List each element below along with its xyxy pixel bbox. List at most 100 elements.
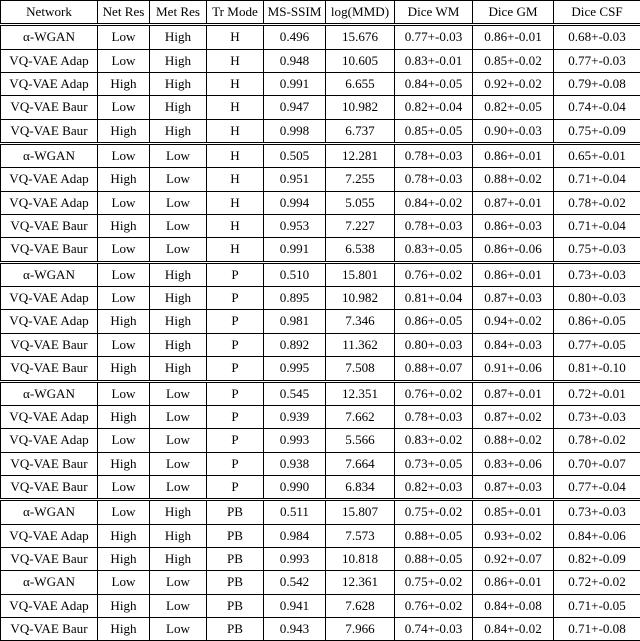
cell-net-res: Low bbox=[98, 238, 150, 262]
cell-dice-csf: 0.70+-0.07 bbox=[554, 452, 640, 475]
cell-dice-csf: 0.73+-0.03 bbox=[554, 500, 640, 524]
cell-met-res: Low bbox=[150, 571, 207, 594]
cell-dice-gm: 0.82+-0.05 bbox=[473, 96, 554, 119]
cell-net-res: High bbox=[98, 73, 150, 96]
cell-ms-ssim: 0.998 bbox=[264, 119, 326, 143]
cell-ms-ssim: 0.943 bbox=[264, 617, 326, 640]
cell-dice-csf: 0.65+-0.01 bbox=[554, 144, 640, 168]
cell-dice-wm: 0.82+-0.03 bbox=[395, 475, 473, 499]
table-header: Network Net Res Met Res Tr Mode MS-SSIM … bbox=[1, 1, 640, 25]
cell-dice-wm: 0.82+-0.04 bbox=[395, 96, 473, 119]
cell-log-mmd: 7.662 bbox=[326, 405, 395, 428]
cell-dice-gm: 0.86+-0.01 bbox=[473, 571, 554, 594]
cell-dice-gm: 0.85+-0.01 bbox=[473, 500, 554, 524]
table-row: α-WGANLowHighH0.49615.6760.77+-0.030.86+… bbox=[1, 25, 640, 49]
cell-ms-ssim: 0.948 bbox=[264, 49, 326, 72]
column-header-network: Network bbox=[1, 1, 98, 25]
cell-tr-mode: H bbox=[207, 238, 264, 262]
cell-tr-mode: PB bbox=[207, 500, 264, 524]
header-row: Network Net Res Met Res Tr Mode MS-SSIM … bbox=[1, 1, 640, 25]
cell-dice-csf: 0.80+-0.03 bbox=[554, 287, 640, 310]
cell-dice-gm: 0.86+-0.01 bbox=[473, 144, 554, 168]
cell-network: α-WGAN bbox=[1, 262, 98, 286]
cell-ms-ssim: 0.951 bbox=[264, 168, 326, 191]
cell-ms-ssim: 0.953 bbox=[264, 215, 326, 238]
cell-net-res: Low bbox=[98, 429, 150, 452]
cell-met-res: High bbox=[150, 500, 207, 524]
cell-network: VQ-VAE Adap bbox=[1, 594, 98, 617]
cell-ms-ssim: 0.939 bbox=[264, 405, 326, 428]
cell-dice-gm: 0.86+-0.01 bbox=[473, 25, 554, 49]
cell-log-mmd: 7.508 bbox=[326, 357, 395, 381]
cell-dice-wm: 0.84+-0.02 bbox=[395, 191, 473, 214]
cell-log-mmd: 15.801 bbox=[326, 262, 395, 286]
cell-network: VQ-VAE Adap bbox=[1, 405, 98, 428]
cell-dice-gm: 0.94+-0.02 bbox=[473, 310, 554, 333]
cell-met-res: High bbox=[150, 310, 207, 333]
table-row: α-WGANLowLowH0.50512.2810.78+-0.030.86+-… bbox=[1, 144, 640, 168]
cell-network: VQ-VAE Baur bbox=[1, 617, 98, 640]
cell-network: α-WGAN bbox=[1, 571, 98, 594]
cell-dice-csf: 0.82+-0.09 bbox=[554, 547, 640, 570]
cell-log-mmd: 7.255 bbox=[326, 168, 395, 191]
table-row: VQ-VAE BaurLowHighH0.94710.9820.82+-0.04… bbox=[1, 96, 640, 119]
table-row: α-WGANLowHighPB0.51115.8070.75+-0.020.85… bbox=[1, 500, 640, 524]
cell-net-res: Low bbox=[98, 333, 150, 356]
cell-tr-mode: P bbox=[207, 262, 264, 286]
cell-dice-csf: 0.78+-0.02 bbox=[554, 191, 640, 214]
cell-tr-mode: PB bbox=[207, 547, 264, 570]
cell-dice-gm: 0.83+-0.06 bbox=[473, 452, 554, 475]
cell-ms-ssim: 0.995 bbox=[264, 357, 326, 381]
cell-log-mmd: 5.566 bbox=[326, 429, 395, 452]
cell-log-mmd: 11.362 bbox=[326, 333, 395, 356]
cell-dice-csf: 0.71+-0.04 bbox=[554, 168, 640, 191]
cell-dice-wm: 0.88+-0.07 bbox=[395, 357, 473, 381]
cell-tr-mode: PB bbox=[207, 571, 264, 594]
cell-tr-mode: P bbox=[207, 310, 264, 333]
cell-tr-mode: H bbox=[207, 168, 264, 191]
cell-dice-wm: 0.74+-0.03 bbox=[395, 617, 473, 640]
cell-network: VQ-VAE Baur bbox=[1, 238, 98, 262]
cell-net-res: Low bbox=[98, 191, 150, 214]
cell-tr-mode: H bbox=[207, 144, 264, 168]
cell-log-mmd: 7.346 bbox=[326, 310, 395, 333]
table-row: VQ-VAE AdapHighHighH0.9916.6550.84+-0.05… bbox=[1, 73, 640, 96]
cell-dice-wm: 0.81+-0.04 bbox=[395, 287, 473, 310]
table-row: VQ-VAE AdapLowHighP0.89510.9820.81+-0.04… bbox=[1, 287, 640, 310]
cell-ms-ssim: 0.542 bbox=[264, 571, 326, 594]
cell-network: VQ-VAE Baur bbox=[1, 215, 98, 238]
column-header-log-mmd: log(MMD) bbox=[326, 1, 395, 25]
cell-net-res: High bbox=[98, 452, 150, 475]
cell-dice-csf: 0.73+-0.03 bbox=[554, 405, 640, 428]
cell-met-res: High bbox=[150, 96, 207, 119]
cell-dice-csf: 0.71+-0.04 bbox=[554, 215, 640, 238]
cell-network: VQ-VAE Baur bbox=[1, 547, 98, 570]
table-body: α-WGANLowHighH0.49615.6760.77+-0.030.86+… bbox=[1, 25, 640, 641]
cell-dice-csf: 0.75+-0.03 bbox=[554, 238, 640, 262]
table-row: VQ-VAE BaurHighLowP0.9387.6640.73+-0.050… bbox=[1, 452, 640, 475]
cell-ms-ssim: 0.993 bbox=[264, 429, 326, 452]
cell-dice-gm: 0.87+-0.03 bbox=[473, 475, 554, 499]
table-row: VQ-VAE AdapLowHighH0.94810.6050.83+-0.01… bbox=[1, 49, 640, 72]
cell-met-res: Low bbox=[150, 594, 207, 617]
cell-dice-csf: 0.78+-0.02 bbox=[554, 429, 640, 452]
cell-network: VQ-VAE Baur bbox=[1, 96, 98, 119]
cell-ms-ssim: 0.994 bbox=[264, 191, 326, 214]
cell-dice-gm: 0.92+-0.07 bbox=[473, 547, 554, 570]
column-header-net-res: Net Res bbox=[98, 1, 150, 25]
cell-dice-gm: 0.86+-0.01 bbox=[473, 262, 554, 286]
cell-net-res: High bbox=[98, 405, 150, 428]
cell-dice-wm: 0.76+-0.02 bbox=[395, 262, 473, 286]
cell-met-res: Low bbox=[150, 429, 207, 452]
cell-met-res: High bbox=[150, 547, 207, 570]
table-row: VQ-VAE BaurHighHighP0.9957.5080.88+-0.07… bbox=[1, 357, 640, 381]
cell-dice-gm: 0.92+-0.02 bbox=[473, 73, 554, 96]
cell-met-res: Low bbox=[150, 238, 207, 262]
cell-log-mmd: 7.573 bbox=[326, 524, 395, 547]
cell-net-res: High bbox=[98, 119, 150, 143]
cell-tr-mode: P bbox=[207, 429, 264, 452]
cell-dice-csf: 0.86+-0.05 bbox=[554, 310, 640, 333]
cell-dice-gm: 0.87+-0.03 bbox=[473, 287, 554, 310]
cell-dice-gm: 0.86+-0.06 bbox=[473, 238, 554, 262]
cell-met-res: High bbox=[150, 119, 207, 143]
